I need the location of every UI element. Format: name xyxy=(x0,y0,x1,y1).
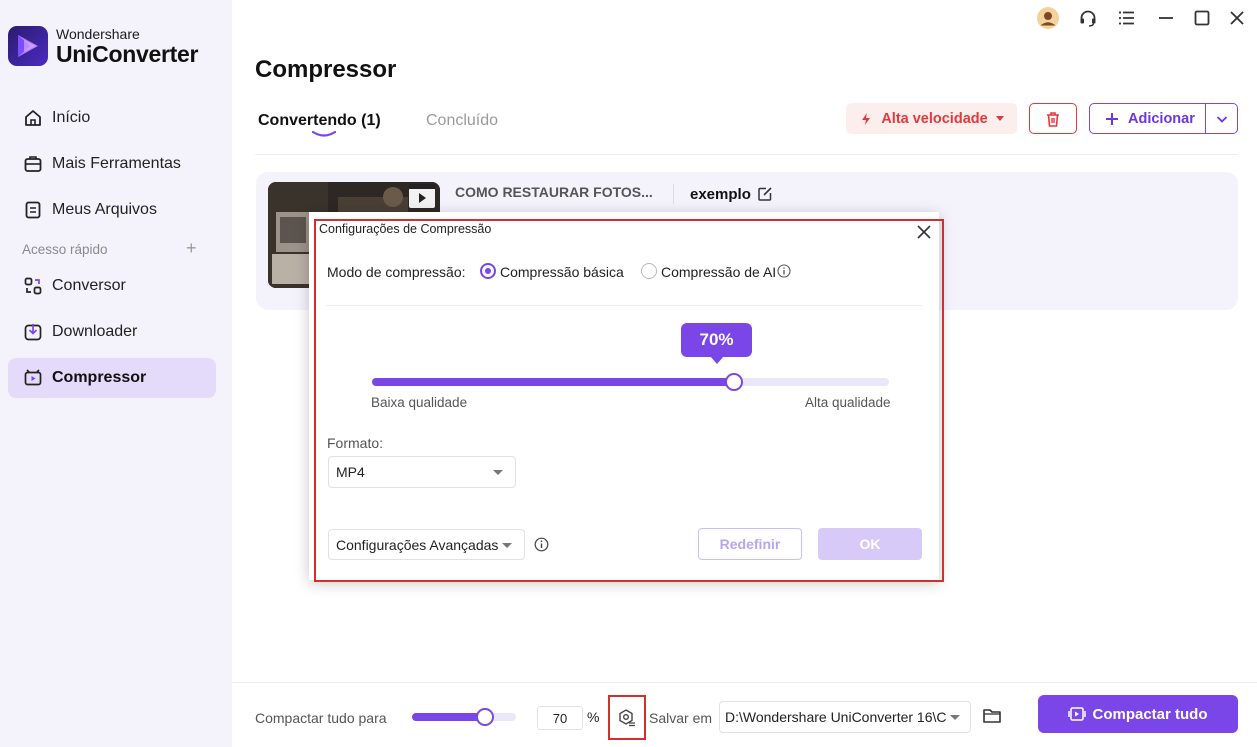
quick-access-label: Acesso rápido xyxy=(22,242,108,257)
compress-percent-input[interactable]: 70 xyxy=(537,706,583,730)
tab-converting[interactable]: Convertendo (1) xyxy=(258,112,381,130)
compressor-icon xyxy=(22,367,44,389)
high-speed-label: Alta velocidade xyxy=(881,110,988,127)
output-file-name: exemplo xyxy=(690,186,751,203)
tab-completed[interactable]: Concluído xyxy=(426,112,498,130)
bottom-divider xyxy=(232,682,1257,683)
sidebar: Wondershare UniConverter Início Mais Fer… xyxy=(0,0,232,747)
compact-all-label: Compactar tudo xyxy=(1092,705,1208,723)
file-separator xyxy=(673,184,674,204)
toolbox-icon xyxy=(22,153,44,175)
sidebar-item-inicio[interactable]: Início xyxy=(8,98,216,138)
chevron-down-icon xyxy=(1216,115,1227,123)
add-file-label: Adicionar xyxy=(1128,110,1195,127)
quick-access-add-button[interactable]: + xyxy=(186,238,197,259)
add-options-dropdown[interactable] xyxy=(1206,104,1237,133)
trash-icon xyxy=(1047,111,1059,127)
sidebar-item-label: Mais Ferramentas xyxy=(52,155,181,172)
page-title: Compressor xyxy=(255,56,397,83)
percent-sign: % xyxy=(587,709,600,725)
user-icon xyxy=(1037,7,1059,29)
minimize-button[interactable] xyxy=(1154,6,1178,30)
compress-icon xyxy=(1068,707,1087,721)
sidebar-item-mais-ferramentas[interactable]: Mais Ferramentas xyxy=(8,144,216,184)
save-path-select[interactable]: D:\Wondershare UniConverter 16\C xyxy=(719,701,971,733)
source-file-name: COMO RESTAURAR FOTOS... xyxy=(455,184,653,200)
brand: Wondershare UniConverter xyxy=(8,26,198,66)
high-speed-button[interactable]: Alta velocidade xyxy=(846,103,1017,134)
menu-icon xyxy=(1118,11,1134,25)
brand-company: Wondershare xyxy=(56,26,140,42)
save-path-value: D:\Wondershare UniConverter 16\C xyxy=(725,709,947,725)
menu-button[interactable] xyxy=(1115,6,1139,30)
sidebar-item-label: Downloader xyxy=(52,323,138,340)
support-button[interactable] xyxy=(1076,6,1100,30)
chevron-down-icon xyxy=(950,715,960,720)
sidebar-item-meus-arquivos[interactable]: Meus Arquivos xyxy=(8,190,216,230)
settings-highlight-frame xyxy=(608,695,646,740)
add-file-button-group: Adicionar xyxy=(1089,103,1238,134)
brand-product: UniConverter xyxy=(56,41,199,67)
account-avatar[interactable] xyxy=(1036,6,1060,30)
delete-button[interactable] xyxy=(1029,103,1077,134)
downloader-icon xyxy=(22,321,44,343)
home-icon xyxy=(22,107,44,129)
sidebar-item-label: Compressor xyxy=(52,369,147,386)
maximize-button[interactable] xyxy=(1190,6,1214,30)
save-to-label: Salvar em xyxy=(649,710,713,726)
compress-all-slider-fill xyxy=(412,713,485,721)
sidebar-item-label: Início xyxy=(52,109,91,126)
sidebar-item-label: Meus Arquivos xyxy=(52,201,157,218)
sidebar-item-downloader[interactable]: Downloader xyxy=(8,312,216,352)
app-logo xyxy=(8,26,48,66)
lightning-icon xyxy=(862,112,871,125)
minimize-icon xyxy=(1159,17,1173,19)
add-file-button[interactable]: Adicionar xyxy=(1090,104,1206,133)
plus-icon xyxy=(1106,112,1118,125)
files-icon xyxy=(22,199,44,221)
close-window-button[interactable] xyxy=(1225,6,1249,30)
chevron-down-icon xyxy=(995,116,1004,121)
compact-all-button[interactable]: Compactar tudo xyxy=(1038,695,1238,733)
sidebar-item-conversor[interactable]: Conversor xyxy=(8,266,216,306)
header-divider xyxy=(255,154,1238,155)
dialog-highlight-frame xyxy=(314,219,944,582)
compress-all-label: Compactar tudo para xyxy=(255,710,387,726)
folder-icon[interactable] xyxy=(982,707,1002,725)
sidebar-item-label: Conversor xyxy=(52,277,126,294)
edit-icon[interactable] xyxy=(757,186,773,202)
headset-icon xyxy=(1080,10,1096,27)
sidebar-item-compressor[interactable]: Compressor xyxy=(8,358,216,398)
active-tab-indicator xyxy=(312,131,336,137)
compress-all-slider[interactable] xyxy=(412,708,516,726)
close-icon xyxy=(1230,11,1244,25)
compress-all-slider-handle[interactable] xyxy=(475,708,494,726)
converter-icon xyxy=(22,275,44,297)
maximize-icon xyxy=(1194,10,1210,26)
